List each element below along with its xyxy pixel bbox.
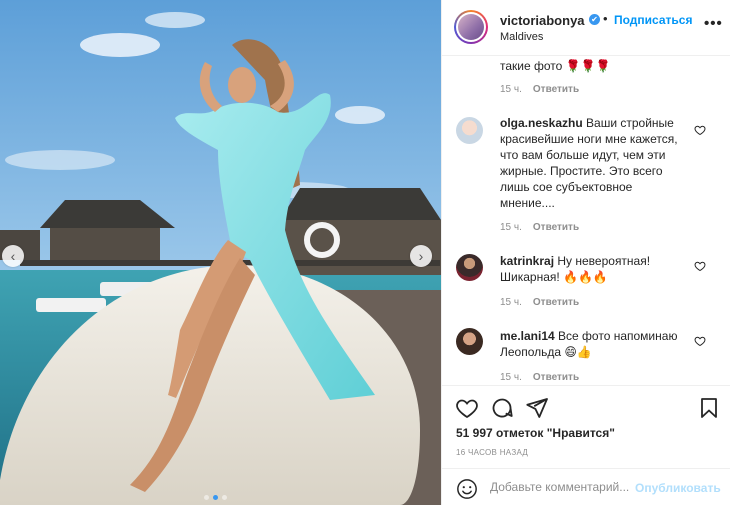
- commenter-username[interactable]: katrinkraj: [500, 254, 554, 268]
- comment-meta: 15 ч. Ответить: [500, 84, 590, 95]
- reply-button[interactable]: Ответить: [533, 222, 579, 233]
- share-icon[interactable]: [525, 396, 549, 420]
- add-comment-bar: Опубликовать: [442, 468, 730, 505]
- reply-button[interactable]: Ответить: [533, 297, 579, 308]
- comment-meta: 15 ч. Ответить: [500, 297, 590, 308]
- comment-time: 15 ч.: [500, 222, 522, 233]
- verified-badge-icon: ✔: [589, 14, 600, 25]
- post-location[interactable]: Maldives: [500, 31, 543, 43]
- publish-button[interactable]: Опубликовать: [635, 481, 721, 495]
- author-avatar[interactable]: [454, 10, 488, 44]
- comment-text: olga.neskazhu Ваши стройные красивейшие …: [500, 115, 680, 211]
- comment-meta: 15 ч. Ответить: [500, 222, 590, 233]
- carousel-dot: [204, 495, 209, 500]
- post-actions: 51 997 отметок "Нравится" 16 ЧАСОВ НАЗАД…: [442, 385, 730, 505]
- follow-button[interactable]: Подписаться: [614, 13, 692, 27]
- commenter-avatar[interactable]: [456, 328, 483, 355]
- comment-text: такие фото 🌹🌹🌹: [500, 59, 611, 73]
- comment-input[interactable]: [490, 480, 630, 494]
- comment-time: 15 ч.: [500, 84, 522, 95]
- comment-text: katrinkraj Ну невероятная! Шикарная! 🔥🔥🔥: [500, 253, 680, 285]
- likes-count[interactable]: 51 997 отметок "Нравится": [456, 426, 615, 440]
- photo-scene: [0, 0, 441, 505]
- commenter-username[interactable]: olga.neskazhu: [500, 116, 583, 130]
- comment-like-heart-icon[interactable]: [694, 260, 706, 272]
- comment-text: me.lani14 Все фото напоминаю Леопольда 😄…: [500, 328, 680, 360]
- comment-time: 15 ч.: [500, 372, 522, 383]
- post-sidebar: victoriabonya ✔ • Подписаться Maldives •…: [441, 0, 730, 505]
- post-timestamp[interactable]: 16 ЧАСОВ НАЗАД: [456, 448, 528, 457]
- commenter-avatar[interactable]: [456, 254, 483, 281]
- carousel-dot-active: [213, 495, 218, 500]
- carousel-indicator: [204, 495, 227, 500]
- comment-body: Ваши стройные красивейшие ноги мне кажет…: [500, 116, 678, 210]
- reply-button[interactable]: Ответить: [533, 372, 579, 383]
- comment-icon[interactable]: [490, 396, 514, 420]
- comment-meta: 15 ч. Ответить: [500, 372, 590, 383]
- comments-list[interactable]: такие фото 🌹🌹🌹 15 ч. Ответить olga.neskaz…: [442, 57, 730, 385]
- bookmark-icon[interactable]: [697, 396, 721, 420]
- comment-time: 15 ч.: [500, 297, 522, 308]
- reply-button[interactable]: Ответить: [533, 84, 579, 95]
- prev-slide-button[interactable]: ‹: [2, 245, 24, 267]
- carousel-dot: [222, 495, 227, 500]
- comment-like-heart-icon[interactable]: [694, 124, 706, 136]
- heart-icon[interactable]: [455, 396, 479, 420]
- post-photo[interactable]: ‹ ›: [0, 0, 441, 505]
- commenter-avatar[interactable]: [456, 117, 483, 144]
- commenter-username[interactable]: me.lani14: [500, 329, 555, 343]
- next-slide-button[interactable]: ›: [410, 245, 432, 267]
- more-options-icon[interactable]: •••: [704, 15, 723, 32]
- header-separator: •: [603, 11, 608, 26]
- author-username[interactable]: victoriabonya: [500, 13, 585, 28]
- post-header: victoriabonya ✔ • Подписаться Maldives •…: [442, 0, 730, 56]
- smile-icon[interactable]: [456, 478, 478, 500]
- comment-like-heart-icon[interactable]: [694, 335, 706, 347]
